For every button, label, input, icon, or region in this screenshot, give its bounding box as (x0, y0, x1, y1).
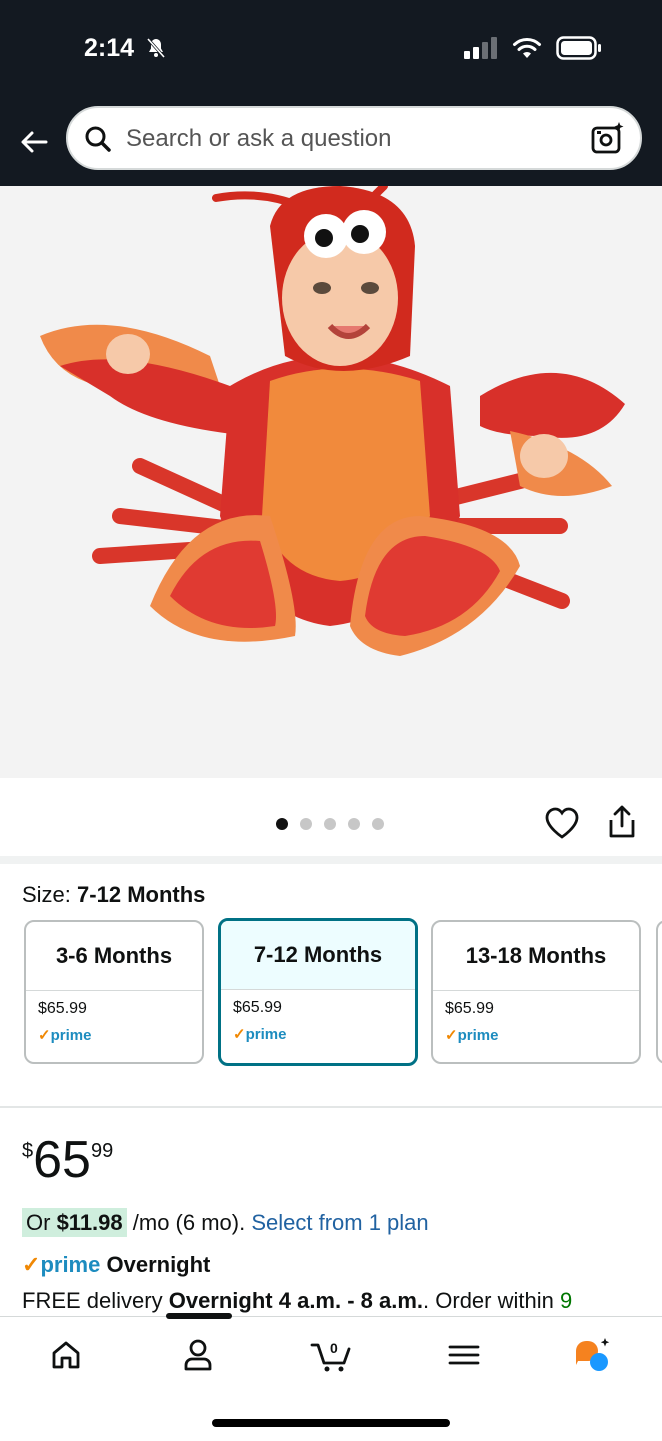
status-time: 2:14 (84, 34, 135, 62)
size-option-7-12-months[interactable]: 7-12 Months $65.99 ✓prime (218, 918, 418, 1066)
size-option-price: $65.99 (233, 999, 282, 1016)
size-option-label: 13-18 Months (433, 922, 639, 991)
carousel-dot[interactable] (348, 818, 360, 830)
size-option-label: 7-12 Months (221, 921, 415, 990)
size-option-3-6-months[interactable]: 3-6 Months $65.99 ✓prime (24, 920, 204, 1064)
prime-check-icon: ✓ (22, 1252, 41, 1277)
prime-badge: ✓prime (233, 1026, 287, 1043)
delivery-info: FREE delivery Overnight 4 a.m. - 8 a.m..… (22, 1288, 573, 1313)
svg-text:0: 0 (330, 1340, 338, 1356)
silent-bell-icon (146, 38, 166, 58)
menu-icon[interactable] (444, 1335, 484, 1375)
heart-icon[interactable] (544, 806, 580, 840)
account-icon[interactable] (178, 1335, 218, 1375)
image-controls (0, 778, 662, 856)
search-input[interactable] (124, 108, 568, 170)
prime-badge: ✓prime (38, 1027, 92, 1044)
cart-icon[interactable]: 0 (310, 1335, 354, 1375)
search-box[interactable] (66, 106, 642, 170)
carousel-dot-active[interactable] (276, 818, 288, 830)
carousel-dot[interactable] (300, 818, 312, 830)
prime-shipping: ✓prime Overnight (22, 1252, 211, 1277)
share-icon[interactable] (606, 804, 638, 840)
active-tab-indicator (166, 1313, 232, 1319)
status-bar: 2:14 (0, 0, 662, 100)
size-option-13-18-months[interactable]: 13-18 Months $65.99 ✓prime (431, 920, 641, 1064)
product-image[interactable] (0, 186, 662, 778)
carousel-dot[interactable] (324, 818, 336, 830)
battery-icon (556, 36, 601, 60)
monthly-payment: Or $11.98 /mo (6 mo). Select from 1 plan (22, 1208, 429, 1237)
camera-search-icon[interactable] (590, 120, 626, 156)
section-divider (0, 1106, 662, 1108)
home-icon[interactable] (46, 1335, 86, 1375)
carousel-dots[interactable] (276, 818, 384, 830)
select-plan-link[interactable]: Select from 1 plan (251, 1210, 428, 1235)
cellular-signal-icon (464, 37, 497, 59)
size-label: Size: 7-12 Months (22, 882, 206, 907)
home-indicator (212, 1419, 450, 1427)
lobster-costume-illustration (40, 186, 625, 656)
search-header (0, 100, 662, 186)
search-icon (85, 126, 111, 152)
prime-badge: ✓prime (445, 1027, 499, 1044)
rufus-assistant-icon[interactable] (572, 1335, 612, 1375)
size-option-price: $65.99 (445, 1000, 494, 1017)
selected-size: 7-12 Months (77, 882, 206, 907)
product-price: $ 65 99 (22, 1131, 114, 1189)
size-option-price: $65.99 (38, 1000, 87, 1017)
section-divider (0, 856, 662, 864)
size-option-next-partial[interactable] (656, 920, 662, 1064)
size-option-label: 3-6 Months (26, 922, 202, 991)
carousel-dot[interactable] (372, 818, 384, 830)
bottom-navigation: 0 (0, 1313, 662, 1441)
wifi-icon (513, 37, 541, 58)
back-arrow-icon[interactable] (16, 124, 52, 160)
